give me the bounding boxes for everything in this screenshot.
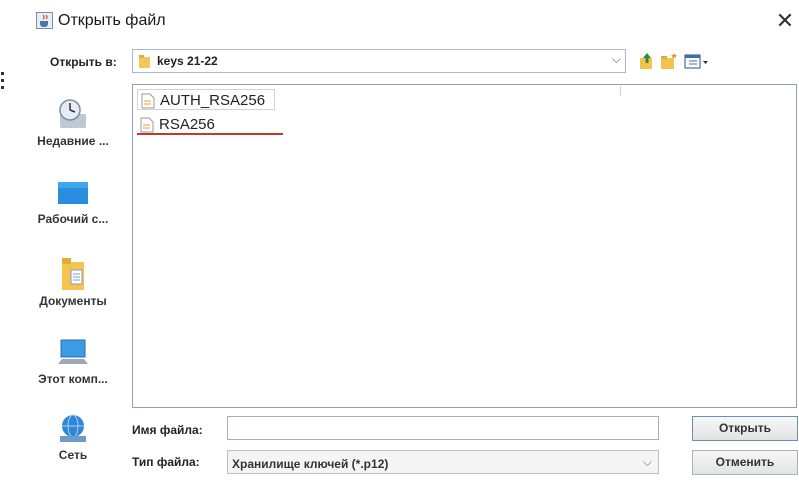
certificate-file-icon (141, 93, 155, 109)
network-icon (60, 414, 86, 442)
file-type-combo[interactable]: Хранилище ключей (*.p12) ⌵ (227, 450, 659, 474)
file-type-label: Тип файла: (132, 455, 200, 469)
file-name-label: Имя файла: (132, 423, 203, 437)
place-label: Сеть (58, 448, 88, 462)
file-name: RSA256 (159, 116, 215, 133)
place-computer[interactable]: Этот комп... (22, 336, 124, 386)
place-recent[interactable]: Недавние ... (22, 94, 124, 148)
look-in-label: Открыть в: (50, 55, 117, 69)
look-in-combo[interactable]: keys 21-22 ⌵ (132, 49, 626, 73)
close-button[interactable]: ✕ (772, 8, 798, 34)
new-folder-icon[interactable] (660, 51, 678, 71)
place-label: Недавние ... (37, 134, 109, 148)
certificate-file-icon (140, 117, 154, 133)
list-item[interactable]: RSA256 (137, 114, 225, 135)
documents-icon (62, 258, 84, 290)
view-menu-icon[interactable] (684, 51, 710, 71)
up-folder-icon[interactable] (638, 51, 656, 71)
cancel-button[interactable]: Отменить (692, 450, 798, 475)
folder-icon (139, 55, 150, 68)
chevron-down-icon[interactable]: ⌵ (612, 52, 621, 67)
annotation-underline (137, 133, 283, 135)
desktop-icon (58, 182, 88, 204)
look-in-value: keys 21-22 (157, 54, 218, 68)
file-type-value: Хранилище ключей (*.p12) (232, 457, 389, 471)
recent-icon (59, 99, 86, 128)
open-button[interactable]: Открыть (692, 416, 798, 441)
window-title: Открыть файл (58, 12, 166, 29)
place-desktop[interactable]: Рабочий с... (22, 178, 124, 226)
places-bar: Недавние ... Рабочий с... Документы Этот… (22, 80, 124, 480)
place-label: Этот комп... (38, 372, 108, 386)
java-cup-icon (36, 12, 53, 29)
place-label: Рабочий с... (37, 212, 109, 226)
place-documents[interactable]: Документы (22, 256, 124, 308)
place-network[interactable]: Сеть (22, 412, 124, 462)
file-name: AUTH_RSA256 (160, 92, 266, 109)
file-name-input[interactable] (227, 416, 659, 440)
list-item[interactable]: AUTH_RSA256 (137, 89, 275, 110)
place-label: Документы (39, 294, 107, 308)
chevron-down-icon[interactable]: ⌵ (643, 455, 652, 470)
window-edge-marks (1, 72, 4, 89)
computer-icon (58, 339, 88, 364)
column-separator (620, 86, 621, 96)
title-bar: Открыть файл ✕ (0, 0, 799, 44)
